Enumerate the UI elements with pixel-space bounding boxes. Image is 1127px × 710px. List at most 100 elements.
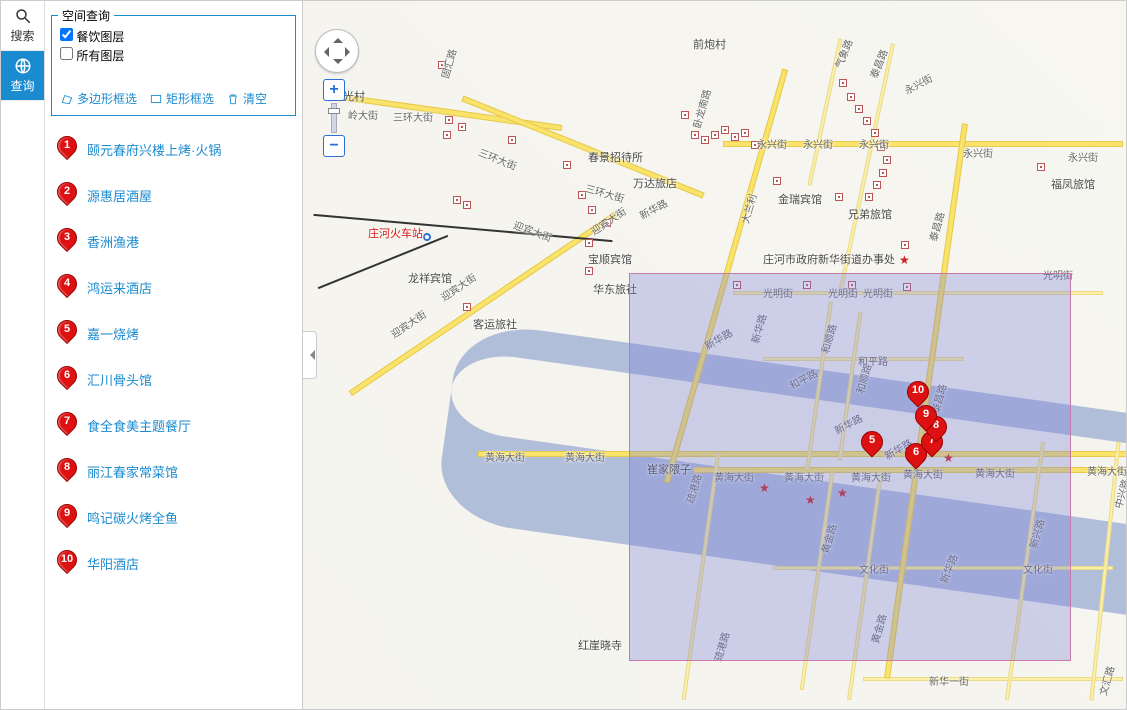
result-item[interactable]: 9鸣记碳火烤全鱼	[51, 494, 296, 540]
zoom-out-button[interactable]: −	[323, 135, 345, 157]
app-root: 搜索 查询 空间查询 餐饮图层 所有图层 多	[0, 0, 1127, 710]
tab-search-label: 搜索	[10, 27, 34, 44]
result-item[interactable]: 3香洲渔港	[51, 218, 296, 264]
tab-query-label: 查询	[10, 77, 34, 94]
result-link[interactable]: 丽江春家常菜馆	[87, 462, 178, 481]
result-marker-icon: 4	[57, 274, 77, 300]
selection-rectangle[interactable]	[629, 273, 1071, 661]
poi-icon	[453, 196, 461, 204]
layer-option[interactable]: 餐饮图层	[60, 28, 287, 45]
map-star-icon: ★	[899, 253, 910, 267]
poi-icon	[855, 105, 863, 113]
layer-checkbox-catering[interactable]	[60, 28, 73, 41]
result-marker-icon: 7	[57, 412, 77, 438]
spatial-query-box: 空间查询 餐饮图层 所有图层 多边形框选 矩形框选	[51, 7, 296, 116]
map-road	[863, 677, 1123, 681]
rect-select-tool[interactable]: 矩形框选	[149, 90, 214, 107]
poi-icon	[463, 201, 471, 209]
map-result-pin[interactable]: 9	[915, 405, 937, 433]
result-item[interactable]: 10 华阳酒店	[51, 540, 296, 586]
poi-icon	[731, 133, 739, 141]
result-marker-icon: 10	[57, 550, 77, 576]
trash-icon	[226, 92, 240, 106]
tab-query[interactable]: 查询	[1, 51, 44, 101]
poi-icon	[901, 241, 909, 249]
result-link[interactable]: 鸣记碳火烤全鱼	[87, 508, 178, 527]
clear-tool[interactable]: 清空	[226, 90, 267, 107]
map-label: 客运旅社	[473, 316, 517, 332]
zoom-slider-handle[interactable]	[328, 108, 340, 114]
result-item[interactable]: 1颐元春府兴楼上烤·火锅	[51, 126, 296, 172]
globe-icon	[14, 57, 32, 75]
map-label: 永兴街	[803, 136, 833, 151]
result-link[interactable]: 华阳酒店	[87, 554, 139, 573]
poi-icon	[839, 79, 847, 87]
station-marker	[423, 233, 431, 241]
zoom-slider-track[interactable]	[331, 103, 337, 133]
poi-icon	[741, 129, 749, 137]
poi-icon	[773, 177, 781, 185]
map-label: 前炮村	[693, 36, 726, 52]
map-result-pin[interactable]: 10	[907, 381, 929, 409]
poi-icon	[445, 116, 453, 124]
result-link[interactable]: 颐元春府兴楼上烤·火锅	[87, 140, 221, 159]
query-legend: 空间查询	[58, 7, 114, 24]
sidebar-panel: 空间查询 餐饮图层 所有图层 多边形框选 矩形框选	[45, 1, 303, 709]
map-label: 永兴街	[757, 136, 787, 151]
poi-icon	[863, 117, 871, 125]
poi-icon	[443, 131, 451, 139]
tab-search[interactable]: 搜索	[1, 1, 44, 51]
map-label: 金瑞宾馆	[778, 191, 822, 207]
result-item[interactable]: 6 汇川骨头馆	[51, 356, 296, 402]
poi-icon	[711, 131, 719, 139]
poi-icon	[835, 193, 843, 201]
map-label: 春景招待所	[588, 149, 643, 165]
map-label: 永兴街	[963, 145, 993, 160]
result-item[interactable]: 8 丽江春家常菜馆	[51, 448, 296, 494]
map-label: 福凤旅馆	[1051, 176, 1095, 192]
result-link[interactable]: 源惠居酒屋	[87, 186, 152, 205]
map-canvas[interactable]: ★ ★ ★ ★ ★ 前炮村气象路泰昌路永兴街光村岭大街三环大街固汇路卧龙南路永兴…	[303, 1, 1126, 709]
poi-icon	[701, 136, 709, 144]
poi-icon	[883, 156, 891, 164]
pan-east[interactable]	[345, 47, 355, 57]
result-marker-icon: 8	[57, 458, 77, 484]
result-item[interactable]: 7 食全食美主题餐厅	[51, 402, 296, 448]
map-label: 庄河火车站	[368, 225, 423, 241]
selection-tools: 多边形框选 矩形框选 清空	[52, 86, 295, 107]
poi-icon	[588, 206, 596, 214]
map-label: 庄河市政府新华街道办事处	[763, 251, 895, 267]
map-label: 兄弟旅馆	[848, 206, 892, 222]
result-marker-icon: 2	[57, 182, 77, 208]
pan-control[interactable]	[315, 29, 359, 73]
map-label: 岭大街	[348, 107, 378, 122]
result-item[interactable]: 2 源惠居酒屋	[51, 172, 296, 218]
zoom-in-button[interactable]: +	[323, 79, 345, 101]
result-link[interactable]: 嘉一烧烤	[87, 324, 139, 343]
layer-checkbox-all[interactable]	[60, 47, 73, 60]
pan-south[interactable]	[333, 59, 343, 69]
result-marker-icon: 6	[57, 366, 77, 392]
result-link[interactable]: 鸿运来酒店	[87, 278, 152, 297]
poi-icon	[691, 131, 699, 139]
result-link[interactable]: 香洲渔港	[87, 232, 139, 251]
pan-north[interactable]	[333, 33, 343, 43]
result-link[interactable]: 食全食美主题餐厅	[87, 416, 191, 435]
map-label: 光村	[343, 88, 365, 104]
map-label: 红崖晓寺	[578, 637, 622, 653]
polygon-icon	[60, 92, 74, 106]
polygon-select-tool[interactable]: 多边形框选	[60, 90, 137, 107]
poi-icon	[585, 267, 593, 275]
result-item[interactable]: 5嘉一烧烤	[51, 310, 296, 356]
map-result-pin[interactable]: 5	[861, 431, 883, 459]
search-icon	[14, 7, 32, 25]
result-link[interactable]: 汇川骨头馆	[87, 370, 152, 389]
collapse-sidebar-button[interactable]	[303, 331, 317, 379]
poi-icon	[873, 181, 881, 189]
result-item[interactable]: 4 鸿运来酒店	[51, 264, 296, 310]
poi-icon	[721, 126, 729, 134]
pan-west[interactable]	[319, 47, 329, 57]
layer-option[interactable]: 所有图层	[60, 47, 287, 64]
rect-icon	[149, 92, 163, 106]
poi-icon	[1037, 163, 1045, 171]
